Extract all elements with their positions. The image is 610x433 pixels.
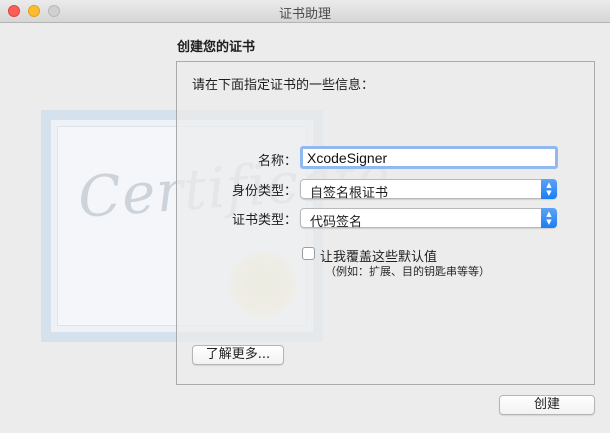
name-input[interactable] [300,146,558,169]
create-button[interactable]: 创建 [499,395,595,415]
cert-type-label: 证书类型： [231,213,297,228]
section-title: 创建您的证书 [177,40,256,55]
title-bar: 证书助理 [0,0,610,23]
updown-chevron-icon: ▲ ▼ [541,179,557,199]
identity-type-select[interactable]: 自签名根证书 ▲ ▼ [300,179,557,201]
identity-type-value: 自签名根证书 [310,186,389,201]
certificate-assistant-window: 证书助理 Certificate 创建您的证书 请在下面指定证书的一些信息： 名… [0,0,610,433]
cert-type-value: 代码签名 [310,215,363,230]
form-intro: 请在下面指定证书的一些信息： [192,78,375,93]
learn-more-button[interactable]: 了解更多... [192,345,284,365]
form-panel: 请在下面指定证书的一些信息： 名称： 身份类型： 自签名根证书 ▲▼ 证书类型：… [176,61,595,385]
override-defaults-checkbox[interactable] [302,247,315,260]
name-label: 名称： [257,154,297,169]
cert-type-select[interactable]: 代码签名 ▲ ▼ [300,208,557,230]
identity-type-label: 身份类型： [231,184,297,199]
override-defaults-note: （例如：扩展、目的钥匙串等等） [325,265,490,278]
window-title: 证书助理 [278,7,331,22]
updown-chevron-icon: ▲ ▼ [541,208,557,228]
